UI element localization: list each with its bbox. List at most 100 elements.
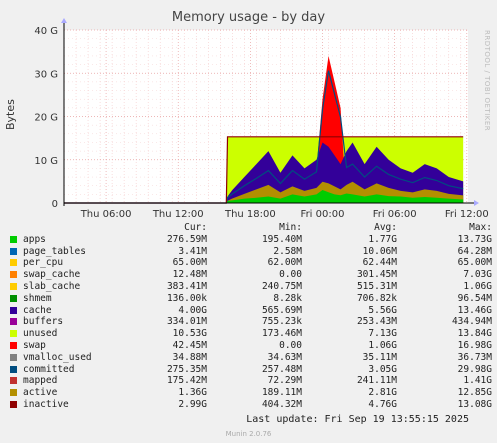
legend-cur: 1.36G (178, 387, 207, 399)
legend-cur: 3.41M (178, 245, 207, 257)
legend-cur: 34.88M (172, 351, 207, 363)
legend-name: shmem (10, 293, 122, 305)
legend-max: 96.54M (457, 292, 492, 304)
legend-name: cache (10, 305, 122, 317)
legend-min: 755.23k (261, 316, 302, 328)
legend-row-slab_cache: slab_cache 383.41M 240.75M 515.31M 1.06G (10, 281, 492, 293)
legend-min: 565.69M (261, 304, 302, 316)
x-tick-label: Thu 12:00 (152, 209, 204, 220)
y-tick-label: 30 G (34, 69, 58, 80)
legend-max: 7.03G (463, 269, 492, 281)
legend-swatch (10, 235, 17, 243)
header-max: Max: (469, 222, 492, 233)
legend-swatch (10, 400, 17, 408)
header-min: Min: (279, 222, 302, 233)
legend-swatch (10, 294, 17, 302)
x-tick-label: Fri 00:00 (301, 209, 345, 220)
legend-cur: 65.00M (172, 257, 207, 269)
legend-name: inactive (10, 399, 122, 411)
legend-min: 2.58M (273, 245, 302, 257)
legend-name: apps (10, 234, 122, 246)
legend-avg: 706.82k (356, 292, 397, 304)
legend-row-cache: cache 4.00G 565.69M 5.56G 13.46G (10, 305, 492, 317)
legend-swatch (10, 353, 17, 361)
legend-header-row: Cur: Min: Avg: Max: (10, 222, 492, 234)
y-tick-label: 20 G (34, 113, 58, 124)
legend-min: 404.32M (261, 398, 302, 410)
legend-label: cache (23, 304, 52, 316)
legend-row-buffers: buffers 334.01M 755.23k 253.43M 434.94M (10, 316, 492, 328)
legend-label: buffers (23, 316, 64, 328)
legend-name: swap_cache (10, 269, 122, 281)
legend-table: Cur: Min: Avg: Max: apps 276.59M 195.40M 1.… (10, 222, 492, 411)
legend-name: buffers (10, 316, 122, 328)
legend-label: slab_cache (23, 280, 81, 292)
y-axis-arrow (61, 18, 67, 23)
legend-max: 29.98G (457, 363, 492, 375)
legend-max: 1.41G (463, 375, 492, 387)
legend-swatch (10, 247, 17, 255)
legend-swatch (10, 282, 17, 290)
legend-swatch (10, 341, 17, 349)
legend-max: 13.46G (457, 304, 492, 316)
legend-name: swap (10, 340, 122, 352)
legend-row-apps: apps 276.59M 195.40M 1.77G 13.73G (10, 234, 492, 246)
munin-version: Munin 2.0.76 (225, 430, 272, 438)
legend-avg: 3.05G (368, 363, 397, 375)
x-tick-label: Thu 18:00 (224, 209, 276, 220)
legend-max: 36.73M (457, 351, 492, 363)
legend-cur: 10.53G (172, 328, 207, 340)
legend-min: 0.00 (279, 339, 302, 351)
x-axis-arrow (474, 200, 479, 206)
legend-label: per_cpu (23, 257, 64, 269)
legend-row-per_cpu: per_cpu 65.00M 62.00M 62.44M 65.00M (10, 257, 492, 269)
legend-swatch (10, 365, 17, 373)
legend-avg: 4.76G (368, 398, 397, 410)
legend-swatch (10, 271, 17, 279)
legend-row-swap: swap 42.45M 0.00 1.06G 16.98G (10, 340, 492, 352)
legend-max: 16.98G (457, 339, 492, 351)
legend-avg: 2.81G (368, 387, 397, 399)
legend-label: swap (23, 339, 46, 351)
legend-cur: 275.35M (166, 363, 207, 375)
legend-avg: 515.31M (356, 280, 397, 292)
legend-max: 12.85G (457, 387, 492, 399)
legend-swatch (10, 306, 17, 314)
x-tick-label: Fri 06:00 (373, 209, 417, 220)
legend-avg: 10.06M (362, 245, 397, 257)
legend-row-shmem: shmem 136.00k 8.28k 706.82k 96.54M (10, 293, 492, 305)
legend-cur: 12.48M (172, 269, 207, 281)
legend-row-page_tables: page_tables 3.41M 2.58M 10.06M 64.28M (10, 246, 492, 258)
legend-cur: 276.59M (166, 233, 207, 245)
legend-avg: 301.45M (356, 269, 397, 281)
y-tick-label: 10 G (34, 156, 58, 167)
legend-cur: 42.45M (172, 339, 207, 351)
legend-row-inactive: inactive 2.99G 404.32M 4.76G 13.08G (10, 399, 492, 411)
y-tick-label: 0 (52, 199, 58, 210)
legend-name: page_tables (10, 246, 122, 258)
legend-min: 195.40M (261, 233, 302, 245)
legend-label: mapped (23, 375, 58, 387)
legend-name: active (10, 387, 122, 399)
x-tick-label: Fri 12:00 (445, 209, 489, 220)
legend-min: 240.75M (261, 280, 302, 292)
chart-plot: 010 G20 G30 G40 G Thu 06:00 Thu 12:00 Thu … (34, 18, 489, 220)
legend-swatch (10, 377, 17, 385)
legend-min: 34.63M (267, 351, 302, 363)
y-tick-label: 40 G (34, 26, 58, 37)
legend-avg: 241.11M (356, 375, 397, 387)
legend-row-swap_cache: swap_cache 12.48M 0.00 301.45M 7.03G (10, 269, 492, 281)
legend-max: 1.06G (463, 280, 492, 292)
legend-label: unused (23, 328, 58, 340)
legend-name: per_cpu (10, 257, 122, 269)
legend-max: 13.84G (457, 328, 492, 340)
legend-min: 0.00 (279, 269, 302, 281)
legend-min: 72.29M (267, 375, 302, 387)
last-update: Last update: Fri Sep 19 13:55:15 2025 (246, 414, 469, 425)
legend-max: 65.00M (457, 257, 492, 269)
legend-swatch (10, 318, 17, 326)
legend-name: mapped (10, 375, 122, 387)
header-cur: Cur: (184, 222, 207, 233)
legend-label: inactive (23, 398, 69, 410)
legend-min: 189.11M (261, 387, 302, 399)
